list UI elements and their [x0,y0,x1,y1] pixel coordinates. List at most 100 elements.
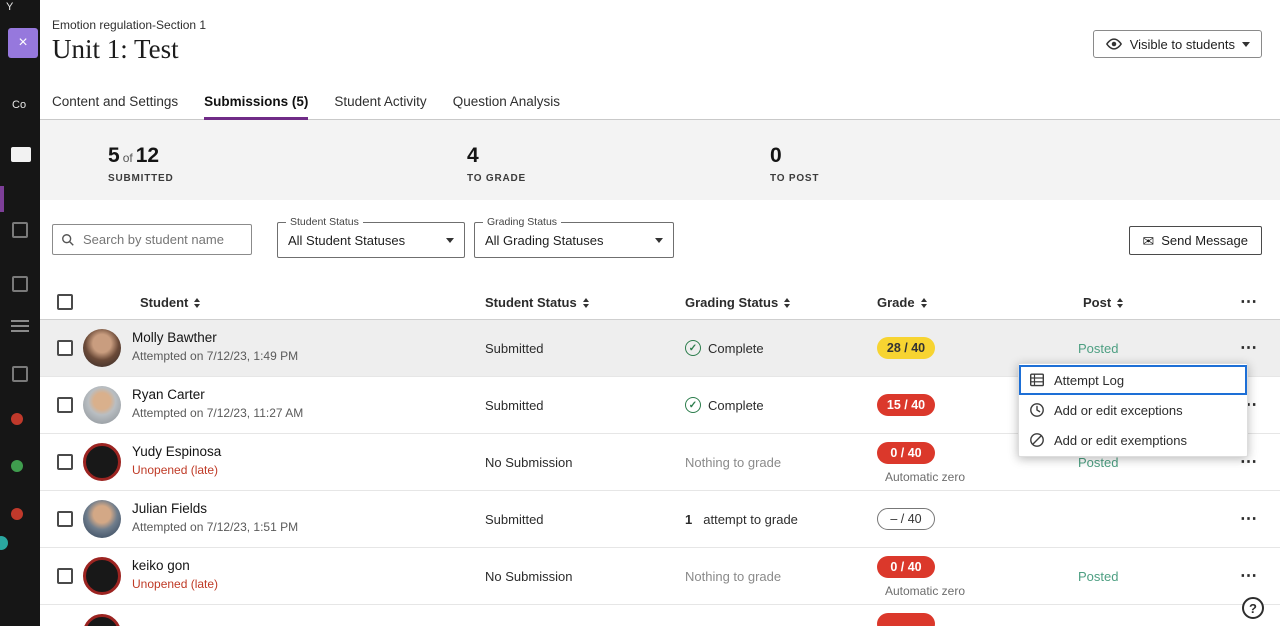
header-more-icon[interactable]: ⋯ [1232,285,1266,319]
backdrop-red-dot-icon [11,508,23,520]
row-checkbox[interactable] [57,397,73,413]
page-title: Unit 1: Test [52,34,179,65]
table-row[interactable]: Julian Fields Attempted on 7/12/23, 1:51… [40,491,1280,548]
sort-icon [784,298,790,308]
header-post[interactable]: Post [1083,285,1123,320]
row-checkbox[interactable] [57,568,73,584]
attempt-info: Attempted on 7/12/23, 1:51 PM [132,520,298,534]
backdrop-green-dot-icon [11,460,23,472]
visibility-dropdown[interactable]: Visible to students [1093,30,1262,58]
tab-question-analysis[interactable]: Question Analysis [453,94,560,119]
stat-submitted: 5of12 SUBMITTED [108,144,174,184]
backdrop-card-icon [11,147,31,162]
row-context-menu: Attempt Log Add or edit exceptions Add o… [1018,363,1248,457]
tab-content-and-settings[interactable]: Content and Settings [52,94,178,119]
attempt-info: Unopened (late) [132,463,221,477]
row-checkbox[interactable] [57,340,73,356]
check-icon: ✓ [685,397,701,413]
student-name: keiko gon [132,558,218,573]
search-icon [61,233,75,247]
post-status[interactable]: Posted [1078,548,1118,604]
avatar [83,500,121,538]
close-panel-button[interactable]: × [8,28,38,58]
stat-value: 4 [467,144,526,168]
attempt-info: Attempted on 7/12/23, 11:27 AM [132,406,303,420]
menu-item-attempt-log[interactable]: Attempt Log [1019,365,1247,395]
select-value: All Grading Statuses [485,223,604,257]
stat-value: 0 [770,144,819,168]
send-message-button[interactable]: ✉ Send Message [1129,226,1262,255]
sort-icon [921,298,927,308]
grading-status-select[interactable]: Grading Status All Grading Statuses [474,222,674,258]
eye-icon [1105,38,1123,50]
prohibit-icon [1029,432,1045,448]
backdrop-red-dot-icon [11,413,23,425]
close-icon: × [18,34,27,52]
grade-pill[interactable] [877,613,935,626]
row-checkbox[interactable] [57,511,73,527]
row-more-icon[interactable]: ⋯ [1232,491,1266,547]
grade-pill[interactable]: 0 / 40 [877,556,935,578]
grading-status: ✓ Complete [685,320,764,376]
avatar [83,557,121,595]
clock-icon [1029,402,1045,418]
avatar [83,386,121,424]
grade-cell[interactable]: 28 / 40 [870,320,942,376]
avatar [83,443,121,481]
header-student[interactable]: Student [140,285,200,320]
grade-pill[interactable]: – / 40 [877,508,935,530]
backdrop-item-icon [12,222,28,238]
grade-note: Automatic zero [870,470,980,484]
row-checkbox[interactable] [57,454,73,470]
grade-note: Automatic zero [870,584,980,598]
background-page: Y × Co [0,0,40,626]
student-status-select[interactable]: Student Status All Student Statuses [277,222,465,258]
table-row[interactable]: keiko gon Unopened (late) No Submission … [40,548,1280,605]
header-student-status[interactable]: Student Status [485,285,589,320]
tab-student-activity[interactable]: Student Activity [334,94,426,119]
backdrop-text-fragment: Co [12,99,26,111]
sort-icon [194,298,200,308]
backdrop-item-icon [12,366,28,382]
stat-value: 5 [108,144,120,167]
table-row-partial[interactable] [40,605,1280,626]
attempt-info: Unopened (late) [132,577,218,591]
breadcrumb: Emotion regulation-Section 1 [52,18,206,32]
backdrop-text-fragment: Y [6,1,13,13]
header-grading-status[interactable]: Grading Status [685,285,790,320]
grading-status: Nothing to grade [685,548,781,604]
student-status: Submitted [485,377,544,433]
mail-icon: ✉ [1143,234,1155,248]
student-name: Molly Bawther [132,330,298,345]
row-more-icon[interactable]: ⋯ [1232,548,1266,604]
stat-to-grade: 4 TO GRADE [467,144,526,184]
grade-pill[interactable]: 28 / 40 [877,337,935,359]
grade-pill[interactable]: 15 / 40 [877,394,935,416]
tab-submissions[interactable]: Submissions (5) [204,94,308,119]
student-name: Yudy Espinosa [132,444,221,459]
avatar [83,614,121,626]
help-icon: ? [1249,601,1257,616]
table-header: Student Student Status Grading Status Gr… [40,285,1280,320]
assessment-panel: Emotion regulation-Section 1 Unit 1: Tes… [40,0,1280,626]
select-all-checkbox[interactable] [57,294,73,310]
search-input[interactable] [81,231,243,248]
student-status: No Submission [485,434,572,490]
menu-lines-icon [11,320,29,335]
attempt-log-icon [1029,372,1045,388]
header-grade[interactable]: Grade [877,285,927,320]
grade-cell[interactable]: – / 40 [870,491,942,547]
chevron-down-icon [446,238,454,243]
sort-icon [1117,298,1123,308]
menu-item-add-exemptions[interactable]: Add or edit exemptions [1019,425,1247,455]
chevron-down-icon [655,238,663,243]
grading-status: ✓ Complete [685,377,764,433]
grade-cell[interactable]: 15 / 40 [870,377,942,433]
grade-cell[interactable] [870,605,942,626]
send-message-label: Send Message [1161,233,1248,248]
chevron-down-icon [1242,42,1250,47]
help-button[interactable]: ? [1242,597,1264,619]
menu-item-add-exceptions[interactable]: Add or edit exceptions [1019,395,1247,425]
grade-pill[interactable]: 0 / 40 [877,442,935,464]
tab-bar: Content and Settings Submissions (5) Stu… [40,91,1280,120]
